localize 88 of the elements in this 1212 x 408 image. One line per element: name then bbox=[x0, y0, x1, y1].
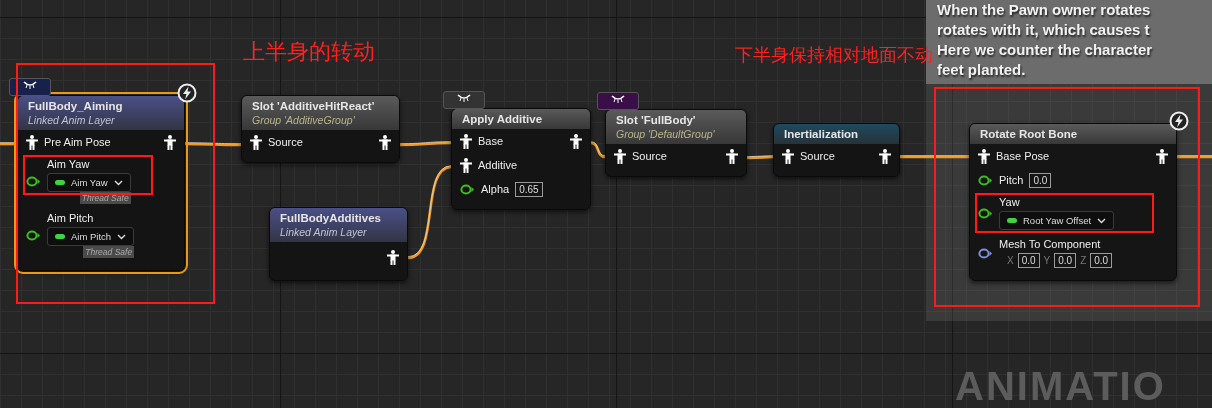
value-field[interactable]: 0.0 bbox=[1017, 253, 1040, 268]
pin-label: Pre Aim Pose bbox=[44, 136, 111, 148]
lightning-icon bbox=[1169, 111, 1189, 131]
variable-icon bbox=[55, 180, 65, 185]
node-card[interactable]: Rotate Root Bone Base Pose Pitch 0.0 Yaw Root Yaw Offset Mesh To Component X 0.0 Y 0.0 Z 0.0 bbox=[969, 123, 1177, 281]
closed-eye-icon bbox=[457, 94, 471, 102]
pose-pin-icon[interactable] bbox=[387, 249, 399, 265]
float-pin-icon[interactable] bbox=[978, 207, 993, 219]
pose-pin-icon[interactable] bbox=[978, 148, 990, 164]
node-card[interactable]: FullBody_Aiming Linked Anim Layer Pre Aim Pose Aim Yaw Aim Yaw Thread Safe Aim Pitch Aim Pitch Thread Safe bbox=[17, 95, 185, 271]
node-title: Slot 'AdditiveHitReact' bbox=[252, 100, 376, 112]
node-title: Inertialization bbox=[784, 128, 860, 140]
pose-pin-icon[interactable] bbox=[26, 134, 38, 150]
wire bbox=[899, 155, 970, 159]
value-field[interactable]: 0.65 bbox=[515, 181, 543, 197]
wire bbox=[590, 141, 606, 159]
wire bbox=[184, 142, 242, 147]
pose-pin-icon[interactable] bbox=[570, 133, 582, 149]
wire bbox=[1176, 155, 1212, 159]
axis-label: Y bbox=[1043, 255, 1051, 266]
closed-eye-icon bbox=[23, 81, 37, 89]
closed-eye-icon bbox=[611, 95, 625, 103]
float-pin-icon[interactable] bbox=[978, 174, 993, 186]
pin-label: Base bbox=[478, 135, 504, 147]
pose-pin-icon[interactable] bbox=[460, 157, 472, 173]
node-subtitle: Group 'AdditiveGroup' bbox=[252, 114, 356, 126]
comment-text: feet planted. bbox=[937, 60, 1027, 80]
float-pin-icon[interactable] bbox=[460, 183, 475, 195]
pin-label: Additive bbox=[478, 159, 518, 171]
value-field[interactable]: 0.0 bbox=[1090, 253, 1113, 268]
float-pin-icon[interactable] bbox=[26, 175, 41, 187]
chevron-icon bbox=[113, 179, 123, 186]
vector-pin-icon[interactable] bbox=[978, 247, 993, 259]
node-card[interactable]: Slot 'AdditiveHitReact' Group 'AdditiveGroup' Source bbox=[241, 95, 400, 163]
pin-label: Mesh To Component bbox=[999, 238, 1102, 250]
thread-safe-tag: Thread Safe bbox=[83, 246, 135, 258]
chevron-icon bbox=[117, 233, 127, 240]
node-card[interactable]: Apply Additive Base Additive Alpha 0.65 bbox=[451, 108, 591, 210]
pose-pin-icon[interactable] bbox=[782, 148, 794, 164]
axis-label: X bbox=[1007, 255, 1014, 266]
pin-label: Base Pose bbox=[996, 150, 1050, 162]
pin-label: Source bbox=[800, 150, 835, 162]
chevron-icon bbox=[1097, 217, 1107, 224]
annotation-text: 上半身的转动 bbox=[243, 41, 375, 63]
node-title: Apply Additive bbox=[462, 113, 544, 125]
pose-pin-icon[interactable] bbox=[164, 134, 176, 150]
value-field[interactable]: 0.0 bbox=[1029, 172, 1052, 188]
node-title: FullBody_Aiming bbox=[28, 100, 124, 112]
node-title: Slot 'FullBody' bbox=[616, 114, 697, 126]
comment-text: When the Pawn owner rotates bbox=[937, 0, 1152, 20]
variable-dropdown[interactable]: Aim Yaw bbox=[47, 173, 131, 192]
pin-label: Aim Pitch bbox=[47, 212, 95, 224]
variable-dropdown[interactable]: Aim Pitch bbox=[47, 227, 135, 246]
variable-dropdown[interactable]: Root Yaw Offset bbox=[999, 211, 1115, 230]
pose-pin-icon[interactable] bbox=[879, 148, 891, 164]
wire bbox=[399, 141, 452, 147]
pin-label: Pitch bbox=[999, 174, 1024, 186]
node-subtitle: Linked Anim Layer bbox=[28, 114, 116, 126]
node-title: Rotate Root Bone bbox=[980, 128, 1079, 140]
pin-label: Alpha bbox=[481, 183, 510, 195]
wire bbox=[746, 155, 774, 160]
pose-pin-icon[interactable] bbox=[1156, 148, 1168, 164]
float-pin-icon[interactable] bbox=[26, 229, 41, 241]
pin-label: Source bbox=[268, 136, 303, 148]
node-subtitle: Linked Anim Layer bbox=[280, 226, 368, 238]
pose-pin-icon[interactable] bbox=[250, 134, 262, 150]
node-card[interactable]: Inertialization Source bbox=[773, 123, 900, 177]
value-field[interactable]: 0.0 bbox=[1054, 253, 1077, 268]
axis-label: Z bbox=[1080, 255, 1087, 266]
collapse-tab[interactable] bbox=[597, 92, 639, 110]
node-subtitle: Group 'DefaultGroup' bbox=[616, 128, 716, 140]
pose-pin-icon[interactable] bbox=[726, 148, 738, 164]
pose-pin-icon[interactable] bbox=[379, 134, 391, 150]
pin-label: Source bbox=[632, 150, 667, 162]
comment-text: Here we counter the character bbox=[937, 40, 1154, 60]
node-title: FullBodyAdditives bbox=[280, 212, 382, 224]
pin-label: Aim Yaw bbox=[47, 158, 91, 170]
variable-icon bbox=[55, 234, 65, 239]
collapse-tab[interactable] bbox=[443, 91, 485, 109]
collapse-tab[interactable] bbox=[9, 78, 51, 96]
pose-pin-icon[interactable] bbox=[460, 133, 472, 149]
lightning-icon bbox=[177, 83, 197, 103]
variable-icon bbox=[1007, 218, 1017, 223]
pin-label: Yaw bbox=[999, 196, 1021, 208]
comment-text: rotates with it, which causes t bbox=[937, 20, 1151, 40]
pose-pin-icon[interactable] bbox=[614, 148, 626, 164]
node-card[interactable]: FullBodyAdditives Linked Anim Layer bbox=[269, 207, 408, 281]
node-card[interactable]: Slot 'FullBody' Group 'DefaultGroup' Source bbox=[605, 109, 747, 177]
